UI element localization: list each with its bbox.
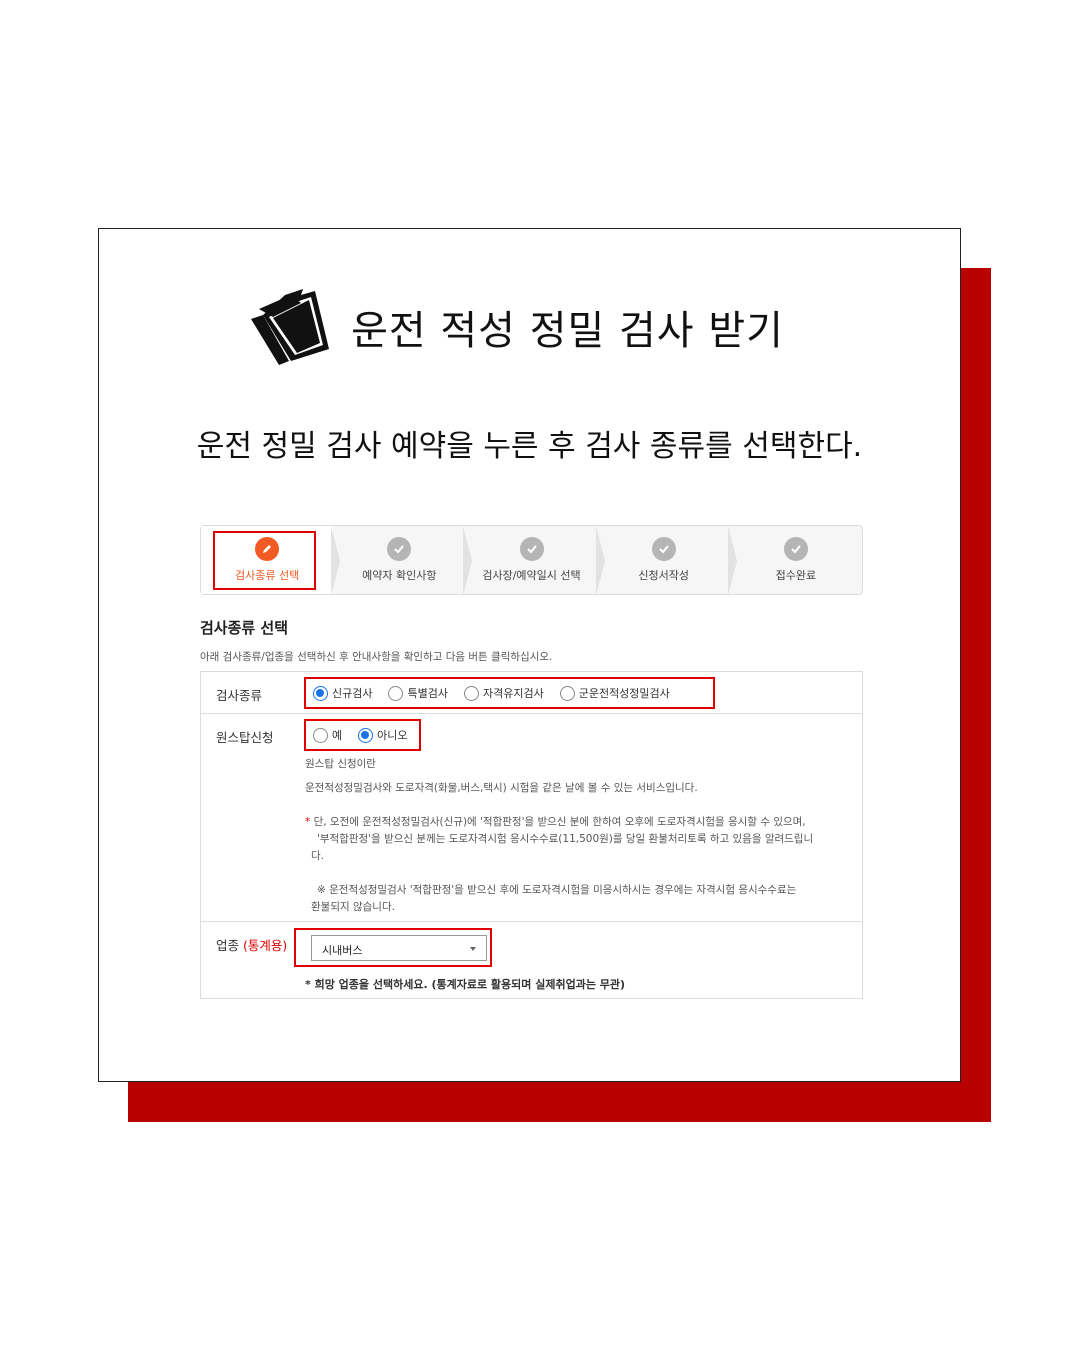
check-icon bbox=[387, 537, 412, 561]
step-complete[interactable]: 접수완료 bbox=[727, 526, 862, 596]
highlight-onestop-box bbox=[304, 719, 421, 751]
step-label: 예약자 확인사항 bbox=[362, 569, 437, 582]
exam-type-row: 검사종류 신규검사 특별검사 자격유지검사 군운전적성정밀검사 bbox=[201, 672, 862, 714]
highlight-exam-type-box bbox=[304, 677, 715, 709]
highlight-industry-box bbox=[294, 928, 492, 967]
industry-row: 업종 (통계용) 시내버스 * 희망 업종을 선택하세요. (통계자료로 활용되… bbox=[201, 922, 862, 1000]
page-title: 운전 적성 정밀 검사 받기 bbox=[351, 308, 784, 354]
highlight-step-box bbox=[213, 531, 316, 590]
step-label: 검사장/예약일시 선택 bbox=[482, 569, 581, 582]
embedded-screenshot: 검사종류 선택 예약자 확인사항 검사장/예약일시 선택 신청서작성 접수완료 … bbox=[200, 525, 863, 1005]
section-description: 아래 검사종류/업종을 선택하신 후 안내사항을 확인하고 다음 버튼 클릭하십… bbox=[200, 651, 553, 663]
exam-form: 검사종류 신규검사 특별검사 자격유지검사 군운전적성정밀검사 원스탑신청 예 … bbox=[200, 671, 863, 999]
onestop-note: * 단, 오전에 운전적성정밀검사(신규)에 '적합판정'을 받으신 분에 한하… bbox=[305, 816, 814, 862]
onestop-info-title: 원스탑 신청이란 bbox=[305, 758, 376, 770]
onestop-sub-note: ※ 운전적성정밀검사 '적합판정'을 받으신 후에 도로자격시험을 미응시하시는… bbox=[311, 884, 797, 913]
page-subtitle: 운전 정밀 검사 예약을 누른 후 검사 종류를 선택한다. bbox=[196, 429, 863, 464]
onestop-info-desc: 운전적성정밀검사와 도로자격(화물,버스,택시) 시험을 같은 날에 볼 수 있… bbox=[305, 782, 698, 794]
step-location-date[interactable]: 검사장/예약일시 선택 bbox=[463, 526, 597, 596]
onestop-row: 원스탑신청 예 아니오 원스탑 신청이란 운전적성정밀검사와 도로자격(화물,버… bbox=[201, 714, 862, 922]
check-icon bbox=[651, 537, 676, 561]
industry-label: 업종 (통계용) bbox=[216, 938, 288, 953]
industry-note: * 희망 업종을 선택하세요. (통계자료로 활용되며 실제취업과는 무관) bbox=[305, 978, 626, 991]
exam-type-label: 검사종류 bbox=[216, 688, 263, 703]
check-icon bbox=[519, 537, 544, 561]
step-label: 신청서작성 bbox=[638, 569, 690, 582]
onestop-label: 원스탑신청 bbox=[216, 730, 274, 745]
section-title: 검사종류 선택 bbox=[200, 619, 289, 637]
note-asterisk: * bbox=[305, 816, 311, 828]
check-icon bbox=[783, 537, 808, 561]
folder-icon bbox=[251, 289, 330, 365]
step-label: 접수완료 bbox=[775, 569, 817, 582]
step-confirm[interactable]: 예약자 확인사항 bbox=[331, 526, 465, 596]
content-card: 운전 적성 정밀 검사 받기 운전 정밀 검사 예약을 누른 후 검사 종류를 … bbox=[98, 228, 961, 1082]
step-application[interactable]: 신청서작성 bbox=[595, 526, 730, 596]
title-row: 운전 적성 정밀 검사 받기 bbox=[99, 285, 960, 369]
